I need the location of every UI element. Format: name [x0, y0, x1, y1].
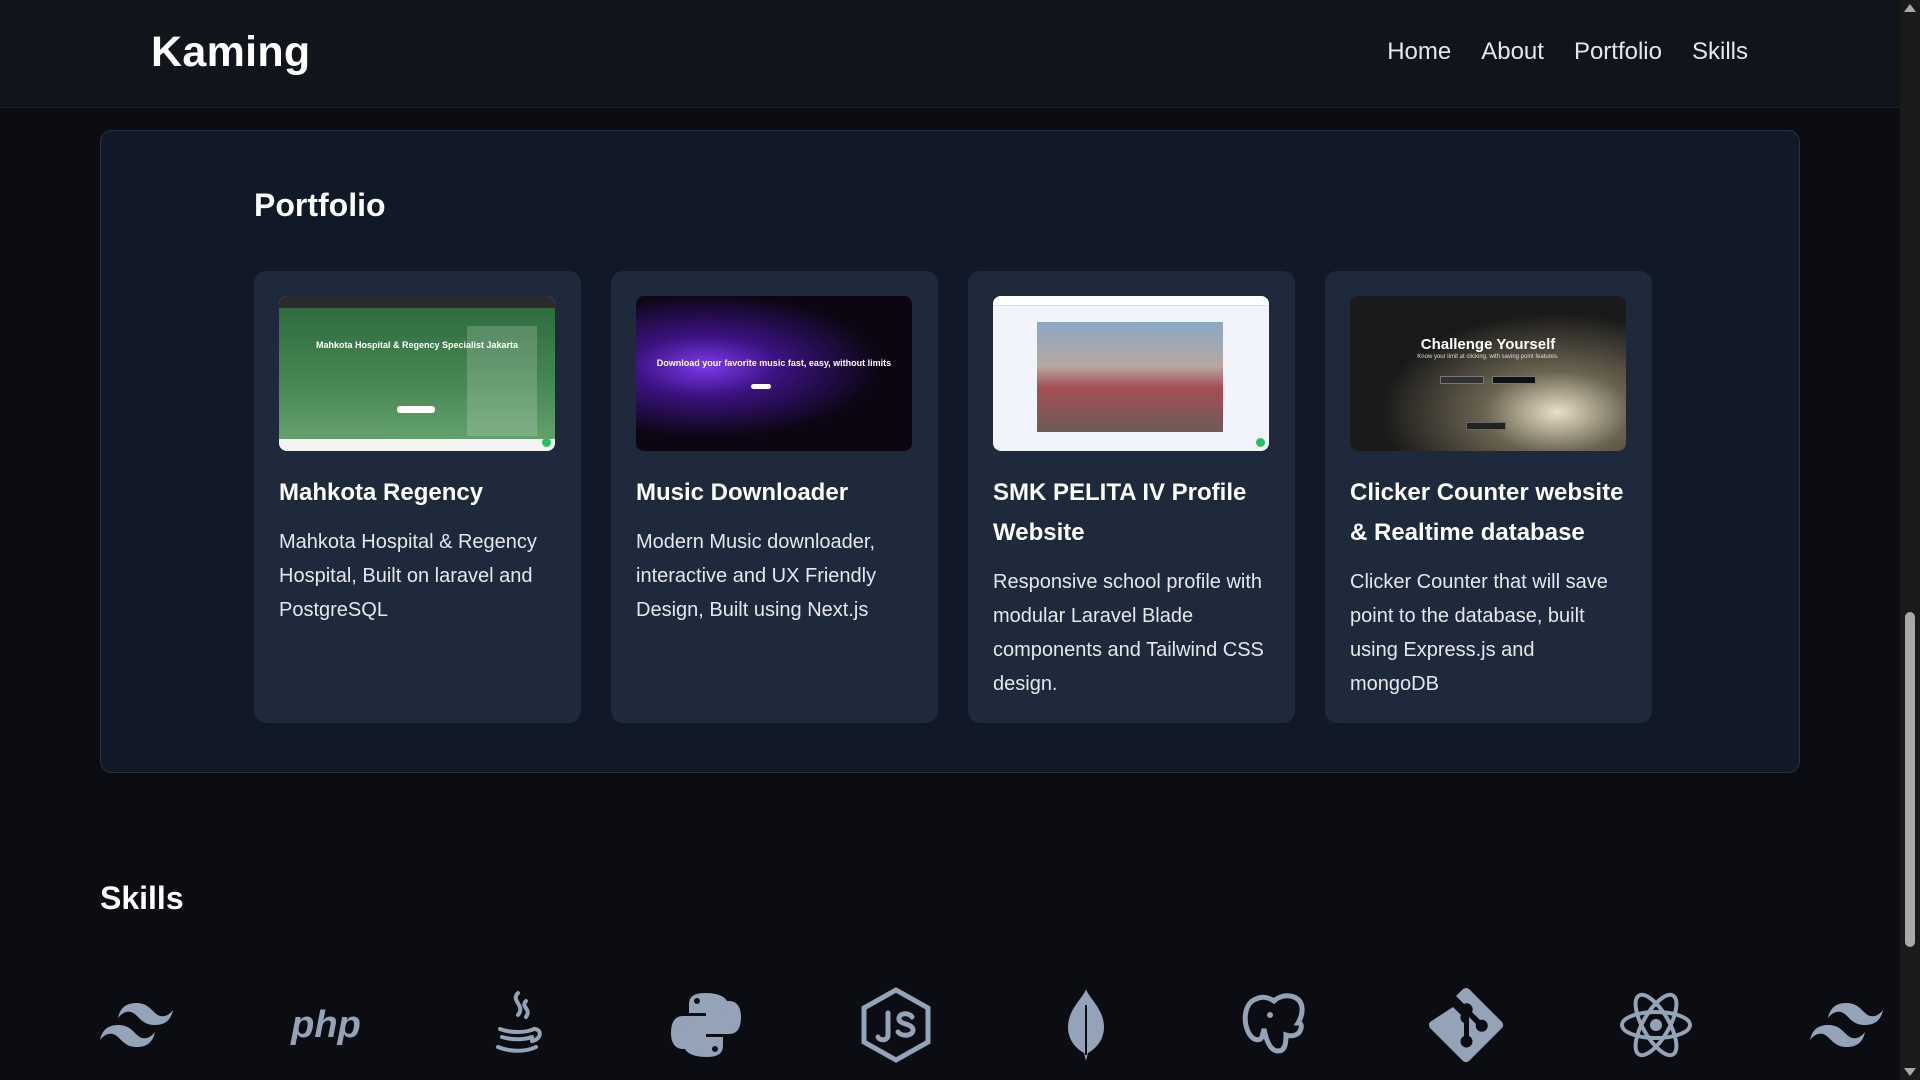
main-nav: Home About Portfolio Skills	[1387, 38, 1748, 66]
skills-title: Skills	[100, 880, 184, 916]
project-thumbnail[interactable]: Download your favorite music fast, easy,…	[636, 296, 912, 451]
git-icon	[1426, 985, 1506, 1065]
project-thumbnail[interactable]: Challenge Yourself Know your limit at cl…	[1350, 296, 1626, 451]
whatsapp-icon	[1256, 438, 1265, 447]
project-title: Mahkota Regency	[279, 479, 484, 506]
scroll-up-arrow-icon[interactable]	[1904, 4, 1916, 12]
project-title: Clicker Counter website & Realtime datab…	[1350, 479, 1624, 546]
thumb-button	[1492, 376, 1536, 384]
whatsapp-icon	[542, 438, 551, 447]
thumb-footer	[279, 439, 555, 451]
brand-logo[interactable]: Kaming	[151, 28, 310, 77]
project-thumbnail[interactable]	[993, 296, 1269, 451]
nodejs-icon	[856, 985, 936, 1065]
thumb-button	[1440, 376, 1484, 384]
project-card-smk[interactable]: SMK PELITA IV Profile Website Responsive…	[968, 271, 1295, 723]
tailwind-icon	[1806, 985, 1886, 1065]
project-description: Mahkota Hospital & Regency Hospital, Bui…	[279, 531, 537, 621]
project-card-mahkota[interactable]: Mahkota Hospital & Regency Specialist Ja…	[254, 271, 581, 723]
project-thumbnail[interactable]: Mahkota Hospital & Regency Specialist Ja…	[279, 296, 555, 451]
skills-row: php	[96, 985, 1896, 1075]
project-description: Clicker Counter that will save point to …	[1350, 571, 1608, 695]
nav-home[interactable]: Home	[1387, 38, 1451, 66]
scroll-down-arrow-icon[interactable]	[1904, 1068, 1916, 1076]
page-scrollbar[interactable]	[1900, 0, 1920, 1080]
php-icon: php	[286, 985, 366, 1065]
portfolio-cards: Mahkota Hospital & Regency Specialist Ja…	[254, 271, 1652, 723]
python-icon	[666, 985, 746, 1065]
portfolio-section: Portfolio Mahkota Hospital & Regency Spe…	[100, 130, 1800, 773]
browser-bar	[279, 296, 555, 308]
thumb-heading: Mahkota Hospital & Regency Specialist Ja…	[315, 340, 519, 350]
java-icon	[476, 985, 556, 1065]
project-description: Responsive school profile with modular L…	[993, 571, 1264, 695]
php-icon-text: php	[290, 1004, 361, 1046]
project-title: SMK PELITA IV Profile Website	[993, 479, 1247, 546]
thumb-button	[397, 406, 435, 413]
thumb-subheading: Know your limit at clicking, with saving…	[1417, 354, 1559, 360]
site-header: Kaming Home About Portfolio Skills	[0, 0, 1900, 108]
scroll-thumb[interactable]	[1905, 612, 1915, 947]
thumb-heading: Challenge Yourself	[1420, 336, 1556, 353]
mongodb-icon	[1046, 985, 1126, 1065]
thumb-heading: Download your favorite music fast, easy,…	[656, 358, 892, 368]
react-icon	[1616, 985, 1696, 1065]
project-card-music[interactable]: Download your favorite music fast, easy,…	[611, 271, 938, 723]
school-photo	[1037, 322, 1223, 432]
tailwind-icon	[96, 985, 176, 1065]
nav-skills[interactable]: Skills	[1692, 38, 1748, 66]
postgresql-icon	[1236, 985, 1316, 1065]
project-title: Music Downloader	[636, 479, 849, 506]
thumb-button	[751, 384, 771, 389]
thumb-navbar	[993, 296, 1269, 306]
project-description: Modern Music downloader, interactive and…	[636, 531, 877, 621]
portfolio-title: Portfolio	[254, 187, 386, 223]
nav-about[interactable]: About	[1481, 38, 1544, 66]
project-card-clicker[interactable]: Challenge Yourself Know your limit at cl…	[1325, 271, 1652, 723]
nav-portfolio[interactable]: Portfolio	[1574, 38, 1662, 66]
thumb-button	[1466, 422, 1506, 430]
